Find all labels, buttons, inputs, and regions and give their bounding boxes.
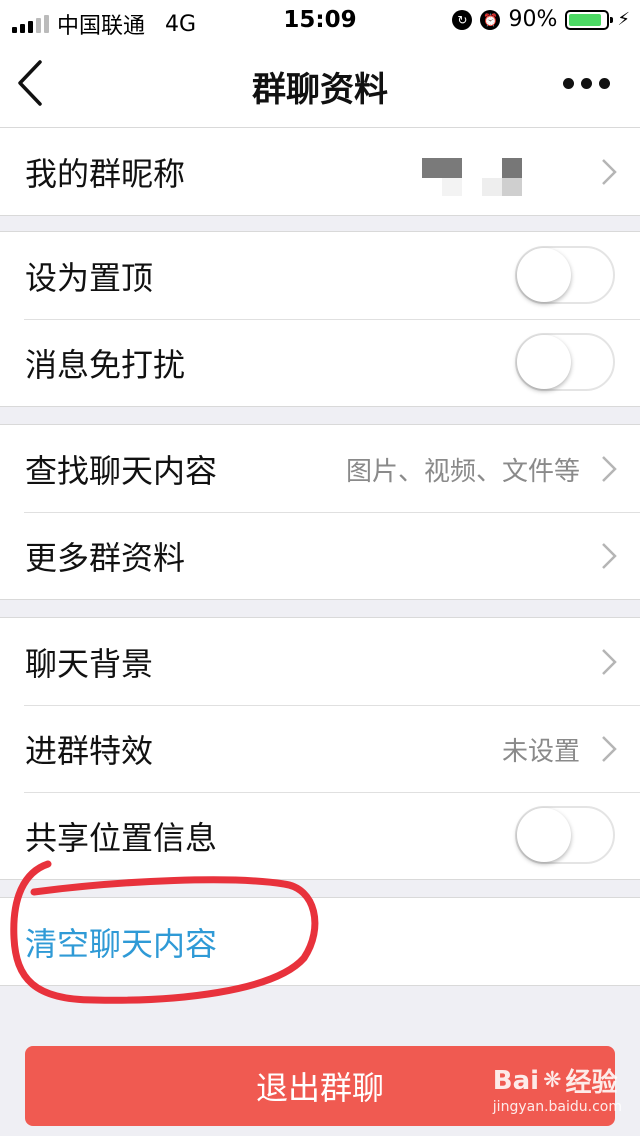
row-label: 聊天背景: [25, 645, 154, 683]
row-more-group-info[interactable]: 更多群资料: [0, 512, 640, 599]
toggle-knob: [517, 248, 571, 302]
section-clear: 清空聊天内容: [0, 897, 640, 986]
chevron-right-icon: [602, 543, 617, 569]
row-entry-effect[interactable]: 进群特效 未设置: [0, 705, 640, 792]
row-pin-top: 设为置顶: [0, 232, 640, 319]
row-label: 共享位置信息: [25, 819, 218, 857]
nickname-value-pixelated: [422, 158, 522, 198]
row-label: 设为置顶: [25, 259, 154, 297]
share-location-toggle[interactable]: [515, 806, 615, 864]
status-right: ↻ ⏰ 90% ⚡: [452, 7, 630, 32]
pin-top-toggle[interactable]: [515, 246, 615, 304]
toggle-knob: [517, 335, 571, 389]
chevron-right-icon: [602, 456, 617, 482]
row-label: 进群特效: [25, 732, 154, 770]
row-label: 消息免打扰: [25, 346, 186, 384]
battery-percent: 90%: [508, 7, 558, 32]
rotation-lock-icon: ↻: [452, 9, 473, 30]
chevron-right-icon: [602, 159, 617, 185]
row-share-location: 共享位置信息: [0, 792, 640, 879]
clear-history-label: 清空聊天内容: [25, 925, 218, 963]
watermark-url: jingyan.baidu.com: [492, 1099, 622, 1115]
more-button[interactable]: [563, 78, 610, 89]
battery-fill: [569, 13, 602, 26]
section-appearance: 聊天背景 进群特效 未设置 共享位置信息: [0, 617, 640, 880]
toggle-knob: [517, 808, 571, 862]
row-value: 图片、视频、文件等: [345, 457, 580, 487]
chevron-right-icon: [602, 649, 617, 675]
row-mute: 消息免打扰: [0, 319, 640, 406]
watermark-brand: Bai ❋ 经验: [493, 1062, 622, 1099]
alarm-icon: ⏰: [480, 9, 501, 30]
nav-bar: 群聊资料: [0, 40, 640, 128]
charging-icon: ⚡: [617, 9, 630, 30]
chevron-right-icon: [602, 736, 617, 762]
battery-icon: [565, 9, 614, 30]
row-my-nickname[interactable]: 我的群昵称: [0, 128, 640, 215]
row-search-history[interactable]: 查找聊天内容 图片、视频、文件等: [0, 425, 640, 512]
section-content: 查找聊天内容 图片、视频、文件等 更多群资料: [0, 424, 640, 600]
row-chat-background[interactable]: 聊天背景: [0, 618, 640, 705]
mute-toggle[interactable]: [515, 333, 615, 391]
row-clear-history[interactable]: 清空聊天内容: [0, 898, 640, 985]
watermark-brand-text: Bai: [492, 1065, 540, 1096]
baidu-watermark: Bai ❋ 经验 jingyan.baidu.com: [492, 1062, 622, 1116]
row-label: 查找聊天内容: [25, 452, 218, 490]
row-value: 未设置: [501, 737, 580, 767]
section-nickname: 我的群昵称: [0, 127, 640, 216]
page-title: 群聊资料: [252, 70, 388, 110]
section-chat-options: 设为置顶 消息免打扰: [0, 231, 640, 407]
watermark-brand-cn: 经验: [565, 1068, 618, 1098]
more-dots-icon: [563, 78, 574, 89]
row-label: 我的群昵称: [25, 155, 186, 193]
status-bar: 中国联通 4G 15:09 ↻ ⏰ 90% ⚡: [0, 0, 640, 40]
paw-icon: ❋: [543, 1068, 562, 1093]
row-label: 更多群资料: [25, 539, 186, 577]
